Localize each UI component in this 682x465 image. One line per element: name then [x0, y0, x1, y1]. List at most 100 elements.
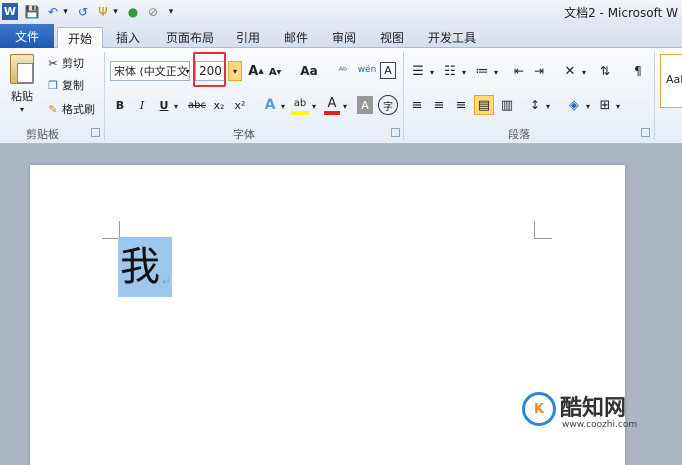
font-color-dropdown-icon[interactable]: ▾ [341, 100, 349, 112]
underline-button[interactable]: U [156, 96, 172, 114]
window-title: 文档2 - Microsoft W [564, 6, 678, 20]
shading-icon[interactable]: ◈ [564, 96, 584, 114]
selected-text[interactable]: 我 [118, 237, 172, 297]
subscript-button[interactable]: x₂ [210, 96, 228, 114]
tab-insert[interactable]: 插入 [108, 27, 148, 48]
decrease-indent-icon[interactable]: ⇤ [510, 62, 528, 80]
clipboard-group-label: 剪贴板 [26, 128, 59, 141]
copy-button[interactable]: 复制 [62, 78, 92, 92]
watermark-url: www.coozhi.com [562, 420, 638, 430]
font-size-dropdown-icon[interactable]: ▾ [228, 61, 242, 81]
group-divider [104, 52, 105, 140]
numbering-dropdown-icon[interactable]: ▾ [460, 66, 468, 78]
tab-developer[interactable]: 开发工具 [420, 27, 484, 48]
undo-dropdown-icon[interactable]: ▾ [61, 3, 70, 20]
highlight-dropdown-icon[interactable]: ▾ [310, 100, 318, 112]
tab-page-layout[interactable]: 页面布局 [160, 27, 220, 48]
group-divider [403, 52, 404, 140]
align-center-icon[interactable]: ≡ [430, 96, 448, 114]
watermark-name: 酷知网 [560, 396, 627, 421]
styles-gallery[interactable]: AaB [660, 54, 682, 108]
selected-character: 我 [120, 244, 160, 290]
tab-review[interactable]: 审阅 [324, 27, 364, 48]
justify-icon[interactable]: ▤ [474, 95, 494, 115]
custom-tool-dropdown-icon[interactable]: ▾ [111, 3, 120, 20]
shrink-font-button[interactable]: A ▼ [268, 64, 282, 80]
watermark: K 酷知网 www.coozhi.com [510, 382, 650, 438]
character-shading-button[interactable]: A [357, 96, 373, 114]
font-name-field[interactable]: 宋体 (中文正文 [110, 61, 190, 81]
redo-icon[interactable]: ↺ [76, 3, 90, 20]
tab-references[interactable]: 引用 [228, 27, 268, 48]
tab-home[interactable]: 开始 [57, 27, 103, 48]
paragraph-mark: ↵ [162, 277, 171, 288]
borders-icon[interactable]: ⊞ [596, 96, 614, 114]
paragraph-group-label: 段落 [508, 128, 530, 141]
multilevel-dropdown-icon[interactable]: ▾ [492, 66, 500, 78]
tab-mailings[interactable]: 邮件 [276, 27, 316, 48]
multilevel-list-icon[interactable]: ≔ [472, 62, 492, 80]
save-icon[interactable]: 💾 [24, 3, 40, 20]
format-painter-icon[interactable]: ✎ [46, 102, 60, 116]
line-spacing-icon[interactable]: ↕ [526, 96, 544, 114]
ribbon-tabs: 文件 开始 插入 页面布局 引用 邮件 审阅 视图 开发工具 [0, 24, 682, 48]
clipboard-launcher-icon[interactable] [91, 128, 100, 137]
watermark-logo-icon: K [522, 392, 556, 426]
paste-icon[interactable] [10, 54, 34, 84]
format-painter-button[interactable]: 格式刷 [62, 102, 102, 116]
customize-toolbar-icon[interactable]: ▾ [166, 3, 176, 20]
show-marks-icon[interactable]: ¶ [630, 62, 646, 80]
chinese-layout-icon[interactable]: ✕ [560, 62, 580, 80]
distributed-icon[interactable]: ▥ [498, 96, 516, 114]
cut-button[interactable]: 剪切 [62, 56, 92, 70]
sort-icon[interactable]: ⇅ [596, 62, 614, 80]
word-app-icon[interactable]: W [2, 3, 18, 20]
group-divider [654, 52, 655, 140]
color-tool-icon[interactable]: ● [126, 3, 140, 20]
font-name-value: 宋体 (中文正文 [114, 65, 188, 78]
paragraph-launcher-icon[interactable] [641, 128, 650, 137]
undo-icon[interactable]: ↶ [46, 3, 60, 20]
bullets-icon[interactable]: ☰ [408, 62, 428, 80]
chinese-layout-dropdown-icon[interactable]: ▾ [580, 66, 588, 78]
highlight-color-button[interactable]: ab [291, 95, 309, 115]
text-effects-dropdown-icon[interactable]: ▾ [279, 100, 287, 112]
tab-view[interactable]: 视图 [372, 27, 412, 48]
copy-icon[interactable]: ❐ [46, 78, 60, 92]
superscript-button[interactable]: x² [231, 96, 249, 114]
clear-formatting-button[interactable]: ᴬᵇ [334, 62, 352, 80]
align-right-icon[interactable]: ≡ [452, 96, 470, 114]
custom-tool-icon[interactable]: Ψ [96, 3, 110, 20]
shading-dropdown-icon[interactable]: ▾ [584, 100, 592, 112]
font-color-button[interactable]: A [324, 95, 340, 115]
enclose-characters-button[interactable]: 字 [378, 95, 398, 115]
borders-dropdown-icon[interactable]: ▾ [614, 100, 622, 112]
paste-button[interactable]: 粘贴 [6, 88, 38, 104]
text-effects-button[interactable]: A [262, 95, 278, 115]
font-group-label: 字体 [233, 128, 255, 141]
increase-indent-icon[interactable]: ⇥ [530, 62, 548, 80]
phonetic-guide-button[interactable]: wén [357, 60, 377, 80]
style-preview: AaB [666, 73, 682, 86]
change-case-button[interactable]: Aa [296, 62, 322, 80]
grow-font-button[interactable]: A ▲ [248, 62, 264, 80]
disabled-tool-icon[interactable]: ⊘ [146, 3, 160, 20]
paste-dropdown-icon[interactable]: ▾ [15, 104, 29, 114]
character-border-button[interactable]: A [380, 62, 396, 79]
font-name-dropdown-icon[interactable]: ▾ [183, 61, 192, 81]
align-left-icon[interactable]: ≡ [408, 96, 426, 114]
font-launcher-icon[interactable] [391, 128, 400, 137]
font-size-highlight-box [193, 52, 226, 87]
bullets-dropdown-icon[interactable]: ▾ [428, 66, 436, 78]
numbering-icon[interactable]: ☷ [440, 62, 460, 80]
margin-corner-top-right [534, 221, 552, 239]
underline-dropdown-icon[interactable]: ▾ [172, 100, 180, 112]
italic-button[interactable]: I [134, 96, 150, 114]
line-spacing-dropdown-icon[interactable]: ▾ [544, 100, 552, 112]
title-bar: W 💾 ↶ ▾ ↺ Ψ ▾ ● ⊘ ▾ 文档2 - Microsoft W [0, 0, 682, 24]
tab-file[interactable]: 文件 [0, 24, 54, 48]
bold-button[interactable]: B [112, 96, 128, 114]
cut-icon[interactable]: ✂ [46, 56, 60, 70]
ribbon-home: 粘贴 ▾ ✂ 剪切 ❐ 复制 ✎ 格式刷 剪贴板 宋体 (中文正文 ▾ 200 … [0, 48, 682, 144]
strikethrough-button[interactable]: abc [186, 96, 208, 114]
